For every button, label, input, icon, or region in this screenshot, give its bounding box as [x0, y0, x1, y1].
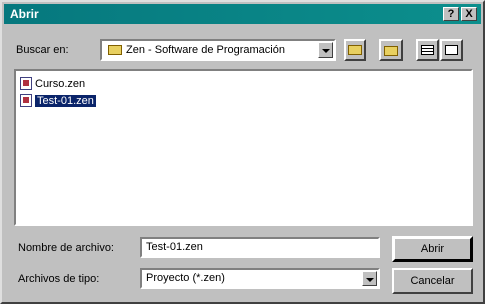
filetype-dropdown-button[interactable] [362, 271, 377, 286]
filename-input[interactable]: Test-01.zen [140, 237, 380, 258]
file-name: Curso.zen [35, 77, 86, 90]
file-name: Test-01.zen [35, 94, 96, 107]
open-button-label: Abrir [420, 243, 445, 255]
look-in-dropdown[interactable]: Zen - Software de Programación [100, 39, 336, 61]
open-dialog: Abrir ? X Buscar en: Zen - Software de P… [0, 0, 485, 304]
filename-label: Nombre de archivo: [18, 242, 114, 254]
help-button[interactable]: ? [443, 7, 459, 21]
list-view-button[interactable] [416, 39, 439, 61]
cancel-button-label: Cancelar [410, 275, 455, 287]
up-folder-icon [348, 45, 362, 55]
open-button[interactable]: Abrir [392, 236, 473, 262]
new-folder-icon [384, 46, 398, 56]
look-in-value: Zen - Software de Programación [126, 44, 285, 56]
new-folder-button[interactable] [379, 39, 403, 61]
folder-icon [108, 45, 122, 56]
look-in-value-wrap: Zen - Software de Programación [108, 44, 285, 56]
details-view-button[interactable] [440, 39, 463, 61]
filetype-select[interactable]: Proyecto (*.zen) [140, 268, 380, 289]
filetype-label: Archivos de tipo: [18, 273, 100, 285]
file-list[interactable]: Curso.zen Test-01.zen [14, 69, 473, 226]
look-in-label: Buscar en: [16, 44, 69, 56]
details-view-icon [445, 45, 458, 55]
list-item[interactable]: Test-01.zen [20, 93, 96, 108]
cancel-button[interactable]: Cancelar [392, 268, 473, 294]
zen-file-icon [20, 94, 32, 107]
list-view-icon [421, 45, 434, 55]
zen-file-icon [20, 77, 32, 90]
up-folder-button[interactable] [344, 39, 366, 61]
title-bar[interactable]: Abrir ? X [4, 4, 481, 24]
filename-value: Test-01.zen [146, 241, 203, 253]
look-in-dropdown-button[interactable] [318, 42, 333, 58]
window-title: Abrir [10, 7, 39, 21]
filetype-value: Proyecto (*.zen) [146, 272, 225, 284]
close-button[interactable]: X [461, 7, 477, 21]
list-item[interactable]: Curso.zen [20, 76, 85, 91]
